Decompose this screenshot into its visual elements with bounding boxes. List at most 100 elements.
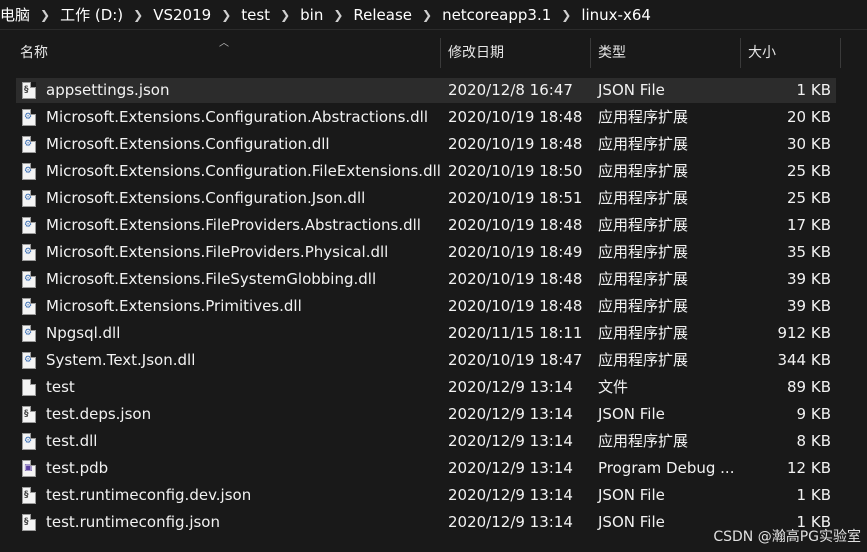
file-date-modified: 2020/12/9 13:14 — [448, 513, 573, 531]
dll-file-icon: ⚙ — [22, 217, 36, 234]
file-date-modified: 2020/10/19 18:47 — [448, 351, 583, 369]
chevron-right-icon[interactable]: ❯ — [278, 8, 292, 22]
column-header: 名称 修改日期 类型 大小 — [0, 36, 867, 70]
file-icon-cell: ⚙ — [22, 347, 40, 374]
breadcrumb-item[interactable]: 电脑 — [0, 4, 38, 25]
file-size: 30 KB — [787, 135, 831, 153]
column-divider[interactable] — [840, 38, 841, 68]
file-type: 应用程序扩展 — [598, 108, 689, 126]
file-row[interactable]: ⚙ Microsoft.Extensions.Configuration.Abst… — [0, 104, 867, 131]
sort-ascending-icon: ︿ — [219, 38, 229, 49]
file-type: JSON File — [598, 81, 665, 99]
file-date-modified: 2020/10/19 18:48 — [448, 108, 583, 126]
file-row[interactable]: ⚙ Microsoft.Extensions.Primitives.dll 2020… — [0, 293, 867, 320]
file-size: 25 KB — [787, 189, 831, 207]
json-file-icon: § — [22, 514, 36, 531]
dll-file-icon: ⚙ — [22, 244, 36, 261]
watermark: CSDN @瀚高PG实验室 — [713, 529, 861, 545]
file-name: System.Text.Json.dll — [46, 351, 196, 369]
file-name: Microsoft.Extensions.Primitives.dll — [46, 297, 302, 315]
pdb-file-icon: ▣ — [22, 460, 36, 477]
dll-file-icon: ⚙ — [22, 298, 36, 315]
file-row[interactable]: § appsettings.json 2020/12/8 16:47 JSON Fil… — [0, 77, 867, 104]
file-size: 25 KB — [787, 162, 831, 180]
chevron-right-icon[interactable]: ❯ — [331, 8, 345, 22]
file-date-modified: 2020/12/8 16:47 — [448, 81, 573, 99]
breadcrumb-item[interactable]: VS2019 — [145, 6, 219, 24]
file-type: JSON File — [598, 405, 665, 423]
file-icon-cell: ⚙ — [22, 158, 40, 185]
file-icon-cell: § — [22, 509, 40, 536]
file-row[interactable]: § test.runtimeconfig.dev.json 2020/12/9 13… — [0, 482, 867, 509]
breadcrumb-item[interactable]: 工作 (D:) — [52, 4, 131, 25]
file-icon-cell: ⚙ — [22, 185, 40, 212]
file-row[interactable]: ⚙ test.dll 2020/12/9 13:14 应用程序扩展 8 KB — [0, 428, 867, 455]
file-date-modified: 2020/10/19 18:48 — [448, 270, 583, 288]
column-header-size[interactable]: 大小 — [740, 36, 840, 70]
dll-file-icon: ⚙ — [22, 136, 36, 153]
file-date-modified: 2020/10/19 18:51 — [448, 189, 583, 207]
file-row[interactable]: ⚙ System.Text.Json.dll 2020/10/19 18:47 应用程… — [0, 347, 867, 374]
file-icon-cell: ▣ — [22, 455, 40, 482]
file-size: 39 KB — [787, 270, 831, 288]
file-date-modified: 2020/10/19 18:50 — [448, 162, 583, 180]
json-file-icon: § — [22, 487, 36, 504]
chevron-right-icon[interactable]: ❯ — [38, 8, 52, 22]
chevron-right-icon[interactable]: ❯ — [420, 8, 434, 22]
file-icon-cell: ⚙ — [22, 266, 40, 293]
file-type: 应用程序扩展 — [598, 432, 689, 450]
breadcrumb: 电脑 ❯ 工作 (D:) ❯ VS2019 ❯ test ❯ bin ❯ Release ❯ netco… — [0, 0, 867, 30]
file-size: 9 KB — [796, 405, 831, 423]
file-list: § appsettings.json 2020/12/8 16:47 JSON Fil… — [0, 77, 867, 536]
file-row[interactable]: test 2020/12/9 13:14 文件 89 KB — [0, 374, 867, 401]
file-icon-cell: ⚙ — [22, 131, 40, 158]
breadcrumb-item[interactable]: linux-x64 — [573, 6, 659, 24]
file-icon-cell: ⚙ — [22, 428, 40, 455]
file-row[interactable]: ⚙ Microsoft.Extensions.FileProviders.Abst… — [0, 212, 867, 239]
file-row[interactable]: § test.deps.json 2020/12/9 13:14 JSON File 9… — [0, 401, 867, 428]
file-row[interactable]: ⚙ Microsoft.Extensions.Configuration.File… — [0, 158, 867, 185]
file-date-modified: 2020/12/9 13:14 — [448, 432, 573, 450]
file-date-modified: 2020/10/19 18:48 — [448, 297, 583, 315]
file-type: 应用程序扩展 — [598, 324, 689, 342]
file-name: Microsoft.Extensions.Configuration.FileE… — [46, 162, 441, 180]
dll-file-icon: ⚙ — [22, 190, 36, 207]
dll-file-icon: ⚙ — [22, 109, 36, 126]
file-name: Microsoft.Extensions.Configuration.dll — [46, 135, 330, 153]
file-row[interactable]: ⚙ Microsoft.Extensions.FileSystemGlobbing… — [0, 266, 867, 293]
file-type: 应用程序扩展 — [598, 162, 689, 180]
file-icon-cell: § — [22, 77, 40, 104]
breadcrumb-item[interactable]: Release — [345, 6, 420, 24]
file-name: appsettings.json — [46, 81, 170, 99]
file-row[interactable]: ⚙ Microsoft.Extensions.Configuration.Json… — [0, 185, 867, 212]
file-size: 20 KB — [787, 108, 831, 126]
file-name: Microsoft.Extensions.Configuration.Abstr… — [46, 108, 429, 126]
breadcrumb-item[interactable]: bin — [292, 6, 331, 24]
file-row[interactable]: ⚙ Npgsql.dll 2020/11/15 18:11 应用程序扩展 912 KB — [0, 320, 867, 347]
chevron-right-icon[interactable]: ❯ — [131, 8, 145, 22]
breadcrumb-item[interactable]: test — [233, 6, 278, 24]
file-type: JSON File — [598, 513, 665, 531]
chevron-right-icon[interactable]: ❯ — [559, 8, 573, 22]
file-row[interactable]: ⚙ Microsoft.Extensions.Configuration.dll 2… — [0, 131, 867, 158]
file-type: 应用程序扩展 — [598, 216, 689, 234]
file-name: Microsoft.Extensions.FileProviders.Abstr… — [46, 216, 421, 234]
file-name: test — [46, 378, 75, 396]
file-name: test.dll — [46, 432, 98, 450]
file-row[interactable]: ▣ test.pdb 2020/12/9 13:14 Program Debug ..… — [0, 455, 867, 482]
file-type: 应用程序扩展 — [598, 270, 689, 288]
breadcrumb-item[interactable]: netcoreapp3.1 — [434, 6, 559, 24]
file-size: 8 KB — [796, 432, 831, 450]
file-row[interactable]: ⚙ Microsoft.Extensions.FileProviders.Phys… — [0, 239, 867, 266]
file-size: 1 KB — [796, 81, 831, 99]
column-header-date[interactable]: 修改日期 — [440, 36, 590, 70]
file-size: 12 KB — [787, 459, 831, 477]
file-size: 912 KB — [777, 324, 831, 342]
dll-file-icon: ⚙ — [22, 433, 36, 450]
chevron-right-icon[interactable]: ❯ — [219, 8, 233, 22]
file-type: 应用程序扩展 — [598, 135, 689, 153]
column-header-type[interactable]: 类型 — [590, 36, 740, 70]
file-type: JSON File — [598, 486, 665, 504]
file-type: 应用程序扩展 — [598, 351, 689, 369]
file-icon-cell: § — [22, 482, 40, 509]
